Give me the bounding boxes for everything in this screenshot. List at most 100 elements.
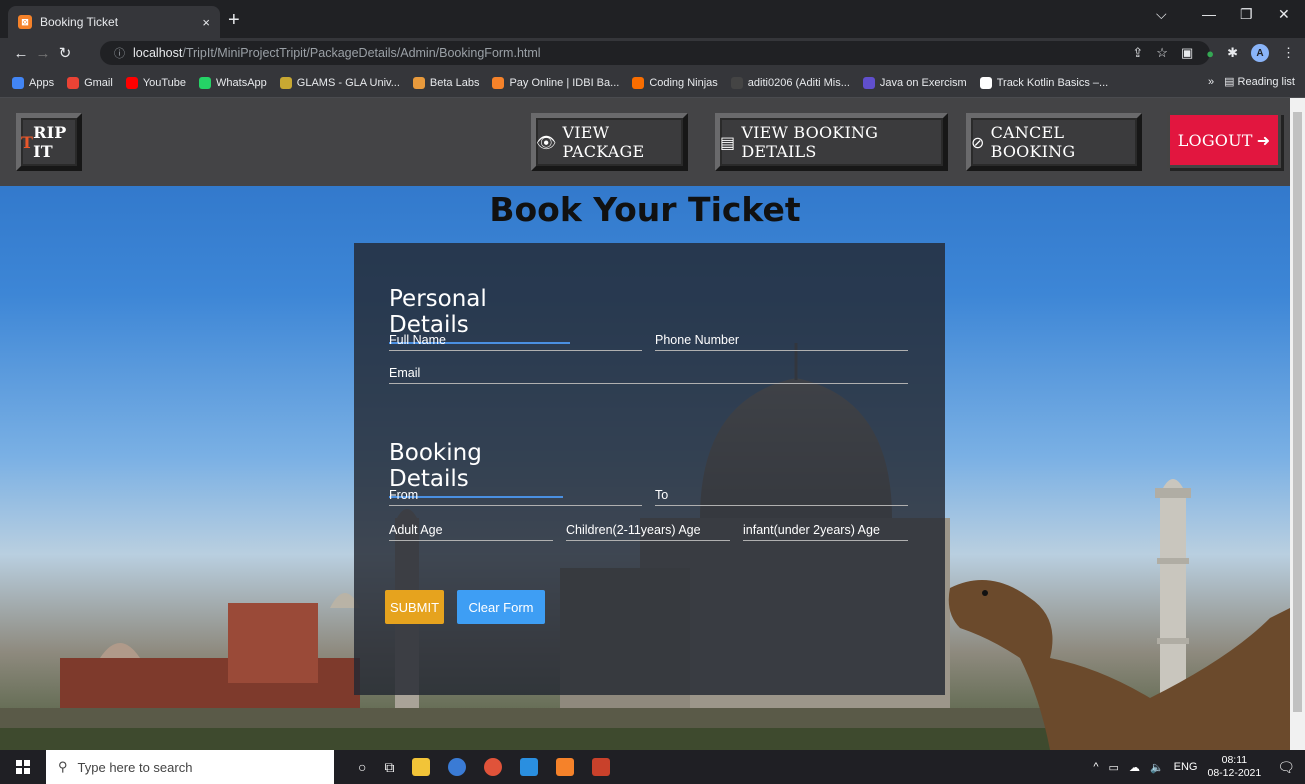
chrome-icon[interactable]: [448, 758, 467, 776]
extensions-puzzle-icon[interactable]: ✱: [1227, 45, 1238, 61]
bookmark-item[interactable]: Java on Exercism: [862, 76, 967, 89]
children-age-input[interactable]: Children(2-11years) Age: [566, 523, 730, 541]
cortana-icon[interactable]: ○: [358, 759, 366, 775]
tab-close-icon[interactable]: ×: [202, 15, 210, 30]
page-title: Book Your Ticket: [489, 190, 801, 229]
adult-age-input[interactable]: Adult Age: [389, 523, 553, 541]
scrollbar-thumb[interactable]: [1293, 112, 1302, 712]
reload-icon[interactable]: ↻: [54, 44, 76, 62]
view-booking-details-button[interactable]: ▤ VIEW BOOKING DETAILS: [715, 113, 948, 171]
site-navbar: T RIP IT 👁 VIEW PACKAGE ▤ VIEW BOOKING DETA…: [0, 98, 1290, 186]
info-icon[interactable]: ⓘ: [114, 45, 125, 61]
bookmark-item[interactable]: Track Kotlin Basics –...: [979, 76, 1109, 89]
onedrive-icon[interactable]: ☁: [1129, 761, 1140, 774]
bookmark-favicon-icon: [199, 76, 212, 89]
bookmark-label: YouTube: [142, 76, 187, 89]
bookmark-favicon-icon: [632, 76, 645, 89]
notifications-icon[interactable]: 🗨: [1277, 759, 1295, 776]
bookmark-label: Apps: [29, 76, 55, 89]
bookmark-item[interactable]: Coding Ninjas: [632, 76, 718, 89]
submit-button[interactable]: SUBMIT: [385, 590, 444, 624]
menu-kebab-icon[interactable]: ⋮: [1282, 45, 1295, 61]
bookmark-item[interactable]: Apps: [12, 76, 55, 89]
clear-form-button[interactable]: Clear Form: [457, 590, 545, 624]
volume-icon[interactable]: 🔈: [1150, 761, 1164, 774]
chrome-profile-icon[interactable]: [484, 758, 503, 776]
from-input[interactable]: From: [389, 488, 642, 506]
language-indicator[interactable]: ENG: [1174, 761, 1198, 773]
ban-icon: ⊘: [971, 132, 985, 152]
browser-tab-strip: ⊠ Booking Ticket × + ⌵ — ❐ ✕: [0, 0, 1305, 38]
view-package-button[interactable]: 👁 VIEW PACKAGE: [531, 113, 688, 171]
bookmarks-right: » ▤ Reading list: [1208, 75, 1295, 89]
bookmark-item[interactable]: GLAMS - GLA Univ...: [279, 76, 400, 89]
url-bar[interactable]: ⓘ localhost/TripIt/MiniProjectTripit/Pac…: [100, 41, 1210, 65]
to-input[interactable]: To: [655, 488, 908, 506]
taskbar-pinned-apps: ○ ⧉: [358, 758, 611, 776]
reading-list-button[interactable]: ▤ Reading list: [1224, 75, 1295, 88]
vscode-icon[interactable]: [520, 758, 539, 776]
maximize-button[interactable]: ❐: [1240, 6, 1253, 23]
forward-arrow-icon[interactable]: →: [32, 45, 54, 62]
clock-time: 08:11: [1221, 754, 1248, 766]
network-icon[interactable]: ▭: [1109, 761, 1119, 774]
bookmark-label: Beta Labs: [429, 76, 480, 89]
back-arrow-icon[interactable]: ←: [10, 45, 32, 62]
share-icon[interactable]: ⇪: [1132, 45, 1143, 61]
bookmark-label: Pay Online | IDBI Ba...: [509, 76, 620, 89]
cancel-booking-button[interactable]: ⊘ CANCEL BOOKING: [966, 113, 1142, 171]
email-input[interactable]: Email: [389, 366, 908, 384]
bookmark-item[interactable]: Beta Labs: [412, 76, 480, 89]
bookmark-item[interactable]: WhatsApp: [199, 76, 267, 89]
file-explorer-icon[interactable]: [412, 758, 431, 776]
profile-avatar[interactable]: A: [1251, 44, 1269, 62]
bookmark-item[interactable]: Pay Online | IDBI Ba...: [492, 76, 620, 89]
task-view-icon[interactable]: ⧉: [384, 759, 394, 776]
extension-green-icon[interactable]: ●: [1206, 46, 1214, 61]
windows-taskbar: ⚲ Type here to search ○ ⧉ ^ ▭ ☁ 🔈 ENG 08…: [0, 750, 1305, 784]
full-name-input[interactable]: Full Name: [389, 333, 642, 351]
bookmark-item[interactable]: aditi0206 (Aditi Mis...: [730, 76, 850, 89]
infant-age-input[interactable]: infant(under 2years) Age: [743, 523, 908, 541]
toolbar-actions: ⇪ ☆ ▣ ● ✱ A ⋮: [1132, 44, 1295, 62]
clock[interactable]: 08:11 08-12-2021: [1208, 754, 1262, 780]
bookmark-favicon-icon: [412, 76, 425, 89]
bookmark-label: aditi0206 (Aditi Mis...: [747, 76, 850, 89]
reading-list-label: Reading list: [1237, 76, 1295, 88]
bookmark-star-icon[interactable]: ☆: [1156, 45, 1168, 61]
browser-tab[interactable]: ⊠ Booking Ticket ×: [8, 6, 220, 38]
bookmark-label: Gmail: [84, 76, 113, 89]
logout-button[interactable]: LOGOUT ➜: [1167, 112, 1281, 168]
brand-accent-letter: T: [21, 132, 34, 152]
page-scrollbar[interactable]: [1290, 98, 1305, 750]
url-host: localhost: [133, 46, 183, 60]
taskbar-search-input[interactable]: ⚲ Type here to search: [46, 750, 334, 784]
bookmark-favicon-icon: [492, 76, 505, 89]
bookmarks-overflow-icon[interactable]: »: [1208, 76, 1214, 88]
logout-label: LOGOUT: [1177, 130, 1253, 150]
brand-logo[interactable]: T RIP IT: [16, 113, 82, 171]
tab-search-icon[interactable]: ⌵: [1156, 6, 1167, 23]
minimize-button[interactable]: —: [1202, 6, 1216, 22]
bookmark-item[interactable]: Gmail: [67, 76, 113, 89]
bookmark-label: Java on Exercism: [879, 76, 967, 89]
search-placeholder: Type here to search: [77, 759, 193, 775]
cancel-booking-label: CANCEL BOOKING: [990, 123, 1076, 161]
new-tab-button[interactable]: +: [228, 8, 240, 32]
search-icon: ⚲: [58, 759, 68, 774]
xampp-icon[interactable]: [556, 758, 575, 776]
bookmark-item[interactable]: YouTube: [125, 76, 187, 89]
clock-date: 08-12-2021: [1207, 767, 1262, 779]
system-tray: ^ ▭ ☁ 🔈 ENG 08:11 08-12-2021 🗨: [1093, 750, 1295, 784]
tray-chevron-icon[interactable]: ^: [1093, 761, 1098, 773]
powerpoint-icon[interactable]: [592, 758, 611, 776]
bookmark-favicon-icon: [730, 76, 743, 89]
view-package-label: VIEW PACKAGE: [562, 123, 645, 161]
eye-icon: 👁: [536, 132, 557, 152]
windows-start-icon[interactable]: [0, 760, 46, 774]
phone-number-input[interactable]: Phone Number: [655, 333, 908, 351]
bookmarks-bar: Apps Gmail YouTube WhatsApp GLAMS - GLA Univ…: [0, 68, 1305, 98]
bookmark-label: Track Kotlin Basics –...: [996, 76, 1109, 89]
extension-icon[interactable]: ▣: [1181, 45, 1193, 61]
close-window-button[interactable]: ✕: [1278, 6, 1290, 23]
